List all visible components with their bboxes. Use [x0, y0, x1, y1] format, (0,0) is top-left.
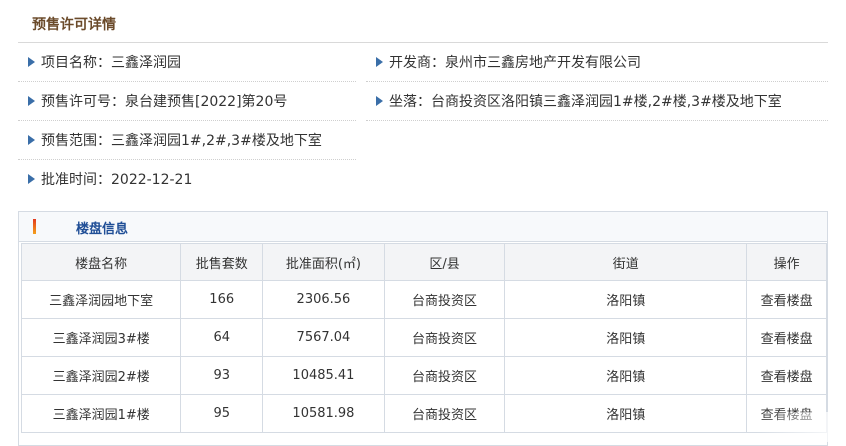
street-cell: 洛阳镇: [504, 280, 748, 319]
table-row: 三鑫泽润园3#楼 64 7567.04 台商投资区 洛阳镇 查看楼盘: [20, 318, 827, 357]
column-header: 区/县: [383, 243, 506, 281]
buildings-panel-header: 楼盘信息: [19, 212, 827, 242]
district-cell: 台商投资区: [383, 318, 506, 357]
developer-field: 开发商：泉州市三鑫房地产开发有限公司: [366, 43, 828, 82]
column-header: 楼盘名称: [20, 243, 182, 281]
triangle-bullet-icon: [28, 174, 35, 184]
developer-text: 开发商：泉州市三鑫房地产开发有限公司: [389, 55, 641, 71]
district-cell: 台商投资区: [383, 356, 506, 395]
street-cell: 洛阳镇: [504, 318, 748, 357]
district-cell: 台商投资区: [383, 394, 506, 433]
units-cell: 64: [180, 318, 264, 357]
street-cell: 洛阳镇: [504, 394, 748, 433]
units-cell: 166: [180, 280, 264, 319]
building-name-cell: 三鑫泽润园地下室: [20, 280, 182, 319]
triangle-bullet-icon: [376, 96, 383, 106]
approval-date-text: 批准时间：2022-12-21: [41, 172, 193, 188]
view-building-link[interactable]: 查看楼盘: [746, 318, 827, 357]
triangle-bullet-icon: [376, 57, 383, 67]
page-title: 预售许可详情: [32, 17, 116, 33]
table-row: 三鑫泽润园地下室 166 2306.56 台商投资区 洛阳镇 查看楼盘: [20, 280, 827, 319]
building-name-cell: 三鑫泽润园1#楼: [20, 394, 182, 433]
license-no-field: 预售许可号：泉台建预售[2022]第20号: [18, 82, 356, 121]
table-row: 三鑫泽润园1#楼 95 10581.98 台商投资区 洛阳镇 查看楼盘: [20, 394, 827, 433]
approval-date-field: 批准时间：2022-12-21: [18, 160, 356, 198]
triangle-bullet-icon: [28, 57, 35, 67]
location-text: 坐落：台商投资区洛阳镇三鑫泽润园1#楼,2#楼,3#楼及地下室: [389, 94, 782, 110]
column-header: 街道: [504, 243, 748, 281]
buildings-panel: 楼盘信息 楼盘名称 批售套数 批准面积(㎡) 区/县 街道 操作 三鑫泽润园地下…: [18, 211, 828, 446]
location-field: 坐落：台商投资区洛阳镇三鑫泽润园1#楼,2#楼,3#楼及地下室: [366, 82, 828, 121]
units-cell: 93: [180, 356, 264, 395]
area-cell: 10485.41: [262, 356, 385, 395]
column-header: 操作: [746, 243, 827, 281]
view-building-link[interactable]: 查看楼盘: [746, 356, 827, 395]
buildings-panel-title: 楼盘信息: [76, 222, 129, 237]
scope-field: 预售范围：三鑫泽润园1#,2#,3#楼及地下室: [18, 121, 356, 160]
info-row-2: 预售许可号：泉台建预售[2022]第20号 坐落：台商投资区洛阳镇三鑫泽润园1#…: [18, 82, 828, 121]
view-building-link[interactable]: 查看楼盘: [746, 280, 827, 319]
units-cell: 95: [180, 394, 264, 433]
project-name-field: 项目名称：三鑫泽润园: [18, 43, 356, 82]
project-name-text: 项目名称：三鑫泽润园: [41, 55, 181, 71]
info-row-4: 批准时间：2022-12-21: [18, 160, 828, 199]
info-row-1: 项目名称：三鑫泽润园 开发商：泉州市三鑫房地产开发有限公司: [18, 43, 828, 82]
building-name-cell: 三鑫泽润园3#楼: [20, 318, 182, 357]
area-cell: 10581.98: [262, 394, 385, 433]
view-building-link[interactable]: 查看楼盘: [746, 394, 827, 433]
license-no-text: 预售许可号：泉台建预售[2022]第20号: [41, 94, 288, 110]
info-row-3: 预售范围：三鑫泽润园1#,2#,3#楼及地下室: [18, 121, 828, 160]
building-name-cell: 三鑫泽润园2#楼: [20, 356, 182, 395]
section-marker-icon: [33, 219, 36, 234]
table-header-row: 楼盘名称 批售套数 批准面积(㎡) 区/县 街道 操作: [20, 243, 827, 281]
column-header: 批售套数: [180, 243, 264, 281]
area-cell: 2306.56: [262, 280, 385, 319]
district-cell: 台商投资区: [383, 280, 506, 319]
area-cell: 7567.04: [262, 318, 385, 357]
buildings-table: 楼盘名称 批售套数 批准面积(㎡) 区/县 街道 操作 三鑫泽润园地下室 166…: [20, 243, 827, 433]
scope-text: 预售范围：三鑫泽润园1#,2#,3#楼及地下室: [41, 133, 322, 149]
column-header: 批准面积(㎡): [262, 243, 385, 281]
street-cell: 洛阳镇: [504, 356, 748, 395]
table-row: 三鑫泽润园2#楼 93 10485.41 台商投资区 洛阳镇 查看楼盘: [20, 356, 827, 395]
triangle-bullet-icon: [28, 96, 35, 106]
triangle-bullet-icon: [28, 135, 35, 145]
